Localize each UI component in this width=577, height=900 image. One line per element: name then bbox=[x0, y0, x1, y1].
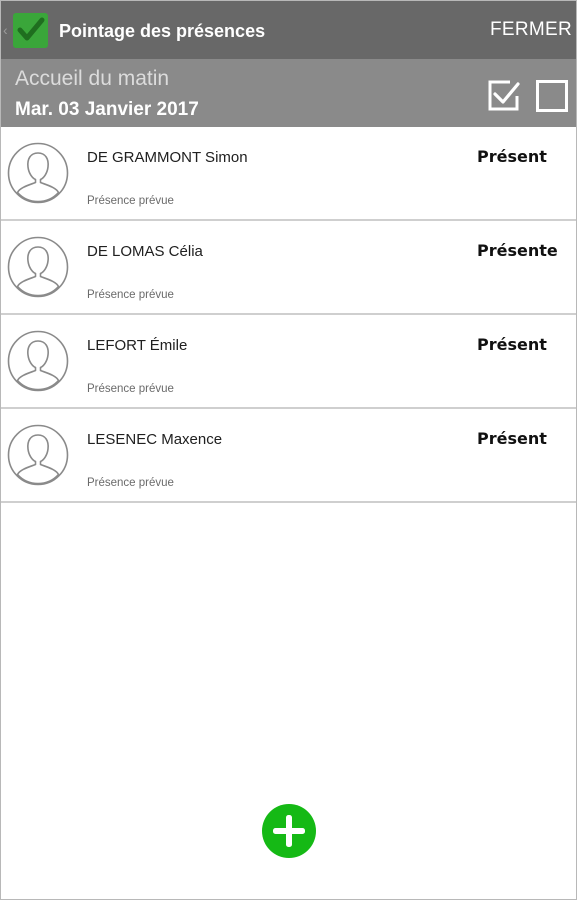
user-silhouette-icon bbox=[7, 236, 69, 298]
page-title: Pointage des présences bbox=[59, 21, 266, 41]
child-note: Présence prévue bbox=[87, 195, 174, 207]
session-title: Accueil du matin bbox=[15, 67, 170, 90]
presence-status[interactable]: Présente bbox=[477, 241, 558, 261]
presence-status[interactable]: Présent bbox=[477, 429, 547, 449]
child-note: Présence prévue bbox=[87, 383, 174, 395]
user-silhouette-icon bbox=[7, 424, 69, 486]
list-item[interactable]: DE LOMAS Célia Présence prévue Présente bbox=[1, 221, 576, 315]
green-checkbox-logo-icon bbox=[13, 13, 48, 48]
empty-box-icon bbox=[536, 80, 568, 112]
user-silhouette-icon bbox=[7, 142, 69, 204]
list-item[interactable]: DE GRAMMONT Simon Présence prévue Présen… bbox=[1, 127, 576, 221]
presence-status[interactable]: Présent bbox=[477, 147, 547, 167]
close-button[interactable]: FERMER bbox=[490, 19, 572, 41]
chevron-left-icon[interactable]: ‹ bbox=[3, 23, 8, 37]
user-silhouette-icon bbox=[7, 330, 69, 392]
child-name: DE LOMAS Célia bbox=[87, 243, 203, 260]
plus-icon bbox=[273, 815, 305, 847]
attendance-screen: ‹ Pointage des présences FERMER Accueil … bbox=[0, 0, 577, 900]
uncheck-all-button[interactable] bbox=[535, 79, 569, 113]
presence-status[interactable]: Présent bbox=[477, 335, 547, 355]
child-name: DE GRAMMONT Simon bbox=[87, 149, 248, 166]
child-name: LEFORT Émile bbox=[87, 337, 188, 354]
list-item[interactable]: LESENEC Maxence Présence prévue Présent bbox=[1, 409, 576, 503]
top-app-bar: ‹ Pointage des présences FERMER bbox=[1, 1, 576, 59]
session-date: Mar. 03 Janvier 2017 bbox=[15, 99, 199, 120]
child-name: LESENEC Maxence bbox=[87, 431, 223, 448]
child-note: Présence prévue bbox=[87, 289, 174, 301]
check-all-button[interactable] bbox=[486, 79, 520, 113]
add-child-button[interactable] bbox=[262, 804, 316, 858]
list-item[interactable]: LEFORT Émile Présence prévue Présent bbox=[1, 315, 576, 409]
children-list: DE GRAMMONT Simon Présence prévue Présen… bbox=[1, 127, 576, 503]
child-note: Présence prévue bbox=[87, 477, 174, 489]
checked-box-icon bbox=[488, 80, 520, 111]
